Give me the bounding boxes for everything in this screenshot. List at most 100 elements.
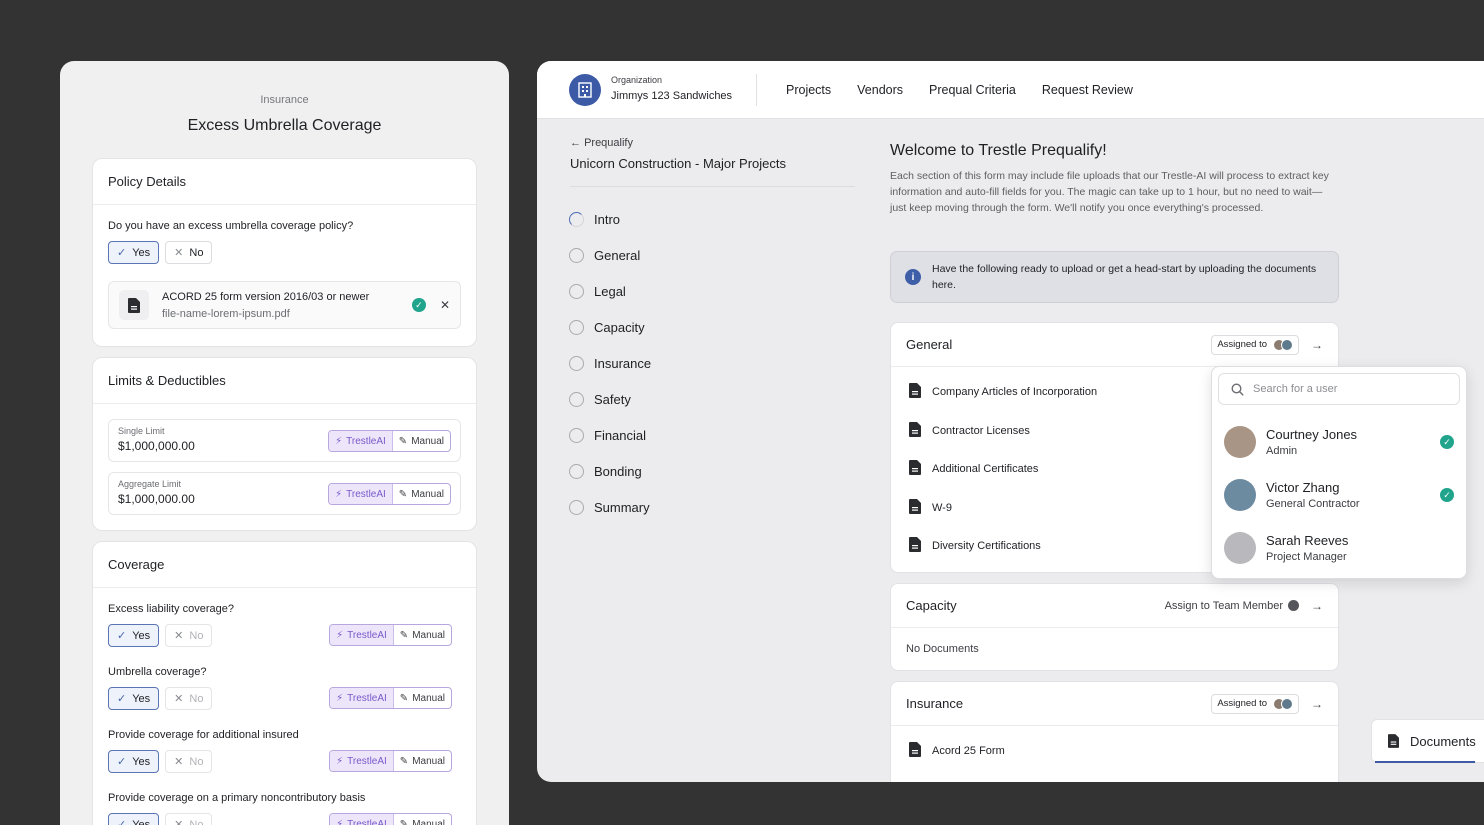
edit-icon: ✎ bbox=[399, 818, 409, 825]
doc-icon bbox=[909, 742, 921, 760]
org-name[interactable]: Jimmys 123 Sandwiches bbox=[611, 90, 732, 102]
no-option[interactable]: ✕ No bbox=[165, 624, 213, 647]
close-icon: ✕ bbox=[174, 819, 184, 825]
check-icon: ✓ bbox=[117, 756, 127, 768]
check-icon: ✓ bbox=[117, 693, 127, 705]
step-item[interactable]: Legal bbox=[569, 273, 651, 309]
main-nav: Projects Vendors Prequal Criteria Reques… bbox=[786, 61, 1133, 119]
step-item[interactable]: General bbox=[569, 237, 651, 273]
step-item[interactable]: Insurance bbox=[569, 345, 651, 381]
doc-icon bbox=[909, 537, 921, 555]
coverage-card: Coverage Excess liability coverage? ✓ Yes… bbox=[92, 541, 477, 825]
edit-icon: ✎ bbox=[399, 692, 409, 704]
trestleai-option[interactable]: ⚡ TrestleAI bbox=[329, 431, 393, 451]
manual-option[interactable]: ✎ Manual bbox=[394, 751, 451, 771]
arrow-right-icon[interactable]: → bbox=[1311, 338, 1323, 352]
status-ring-icon bbox=[569, 355, 584, 371]
nav-request-review[interactable]: Request Review bbox=[1042, 83, 1133, 97]
check-icon: ✓ bbox=[1440, 488, 1454, 502]
nav-projects[interactable]: Projects bbox=[786, 83, 831, 97]
section-eyebrow: Insurance bbox=[260, 94, 309, 106]
trestleai-option[interactable]: ⚡ TrestleAI bbox=[330, 751, 394, 771]
bolt-icon: ⚡ bbox=[336, 755, 344, 767]
source-toggle[interactable]: ⚡ TrestleAI ✎ Manual bbox=[329, 750, 452, 772]
single-limit-field[interactable]: Single Limit $1,000,000.00 ⚡ TrestleAI ✎ M… bbox=[108, 419, 461, 462]
yes-option[interactable]: ✓ Yes bbox=[108, 241, 160, 264]
step-item[interactable]: Financial bbox=[569, 417, 651, 453]
trestleai-option[interactable]: ⚡ TrestleAI bbox=[330, 625, 394, 645]
doc-icon bbox=[119, 290, 149, 320]
manual-option[interactable]: ✎ Manual bbox=[393, 484, 450, 504]
assigned-to-button[interactable]: Assigned to bbox=[1211, 334, 1299, 355]
yes-option[interactable]: ✓ Yes bbox=[108, 813, 160, 825]
yes-option[interactable]: ✓ Yes bbox=[108, 687, 160, 710]
step-item[interactable]: Capacity bbox=[569, 309, 651, 345]
project-title: Unicorn Construction - Major Projects bbox=[570, 156, 787, 171]
limits-card: Limits & Deductibles Single Limit $1,000… bbox=[92, 357, 477, 531]
arrow-right-icon[interactable]: → bbox=[1311, 599, 1323, 613]
status-ring-icon bbox=[569, 499, 584, 515]
step-list: Intro General Legal Capacity Insurance Safety… bbox=[569, 201, 651, 525]
back-link[interactable]: ← Prequalify bbox=[570, 137, 633, 149]
person-icon bbox=[1288, 600, 1299, 611]
yes-option[interactable]: ✓ Yes bbox=[108, 624, 160, 647]
arrow-right-icon[interactable]: → bbox=[1311, 697, 1323, 711]
edit-icon: ✎ bbox=[398, 435, 408, 447]
source-toggle[interactable]: ⚡ TrestleAI ✎ Manual bbox=[329, 624, 452, 646]
assigned-to-button[interactable]: Assigned to bbox=[1211, 693, 1299, 714]
doc-icon bbox=[909, 498, 921, 517]
divider bbox=[756, 74, 757, 106]
card-heading: Limits & Deductibles bbox=[93, 358, 476, 404]
no-option[interactable]: ✕ No bbox=[165, 687, 213, 710]
no-option[interactable]: ✕ No bbox=[165, 750, 213, 773]
step-item[interactable]: Intro bbox=[569, 201, 651, 237]
success-check-icon: ✓ bbox=[411, 298, 426, 312]
remove-file-icon[interactable]: ✕ bbox=[440, 298, 450, 312]
source-toggle[interactable]: ⚡ TrestleAI ✎ Manual bbox=[328, 430, 451, 452]
documents-tab[interactable]: Documents bbox=[1371, 719, 1484, 763]
status-ring-icon bbox=[569, 427, 584, 443]
trestleai-option[interactable]: ⚡ TrestleAI bbox=[329, 484, 393, 504]
source-toggle[interactable]: ⚡ TrestleAI ✎ Manual bbox=[328, 483, 451, 505]
bolt-icon: ⚡ bbox=[336, 818, 344, 825]
source-toggle[interactable]: ⚡ TrestleAI ✎ Manual bbox=[329, 813, 452, 825]
manual-option[interactable]: ✎ Manual bbox=[394, 814, 451, 825]
policy-details-card: Policy Details Do you have an excess umb… bbox=[92, 158, 477, 347]
nav-prequal-criteria[interactable]: Prequal Criteria bbox=[929, 83, 1016, 97]
no-option[interactable]: ✕ No bbox=[165, 241, 213, 264]
document-item[interactable]: Acord 25 Form bbox=[891, 732, 1338, 771]
step-item[interactable]: Bonding bbox=[569, 453, 651, 489]
close-icon: ✕ bbox=[174, 247, 184, 259]
yes-option[interactable]: ✓ Yes bbox=[108, 750, 160, 773]
assign-team-member-button[interactable]: Assign to Team Member bbox=[1165, 600, 1299, 612]
divider bbox=[570, 186, 855, 187]
search-input[interactable]: Search for a user bbox=[1218, 373, 1460, 405]
step-item[interactable]: Safety bbox=[569, 381, 651, 417]
empty-state: No Documents bbox=[906, 643, 979, 655]
aggregate-limit-field[interactable]: Aggregate Limit $1,000,000.00 ⚡ TrestleAI… bbox=[108, 472, 461, 515]
manual-option[interactable]: ✎ Manual bbox=[393, 431, 450, 451]
user-option[interactable]: Victor Zhang General Contractor ✓ bbox=[1224, 474, 1454, 516]
user-option[interactable]: Courtney Jones Admin ✓ bbox=[1224, 421, 1454, 463]
trestleai-option[interactable]: ⚡ TrestleAI bbox=[330, 688, 394, 708]
edit-icon: ✎ bbox=[398, 488, 408, 500]
source-toggle[interactable]: ⚡ TrestleAI ✎ Manual bbox=[329, 687, 452, 709]
status-ring-icon bbox=[569, 463, 584, 479]
welcome-title: Welcome to Trestle Prequalify! bbox=[890, 142, 1107, 159]
edit-icon: ✎ bbox=[399, 755, 409, 767]
avatar-stack bbox=[1273, 338, 1293, 351]
info-callout: i Have the following ready to upload or … bbox=[890, 251, 1339, 303]
capacity-section: Capacity Assign to Team Member → No Docu… bbox=[890, 583, 1339, 671]
manual-option[interactable]: ✎ Manual bbox=[394, 625, 451, 645]
no-option[interactable]: ✕ No bbox=[165, 813, 213, 825]
avatar bbox=[1224, 532, 1256, 564]
user-option[interactable]: Sarah Reeves Project Manager bbox=[1224, 527, 1454, 569]
doc-icon bbox=[909, 383, 921, 401]
manual-option[interactable]: ✎ Manual bbox=[394, 688, 451, 708]
trestleai-option[interactable]: ⚡ TrestleAI bbox=[330, 814, 394, 825]
org-label: Organization bbox=[611, 75, 663, 85]
nav-vendors[interactable]: Vendors bbox=[857, 83, 903, 97]
bolt-icon: ⚡ bbox=[336, 629, 344, 641]
step-item[interactable]: Summary bbox=[569, 489, 651, 525]
top-bar: Organization Jimmys 123 Sandwiches Proje… bbox=[537, 61, 1484, 119]
